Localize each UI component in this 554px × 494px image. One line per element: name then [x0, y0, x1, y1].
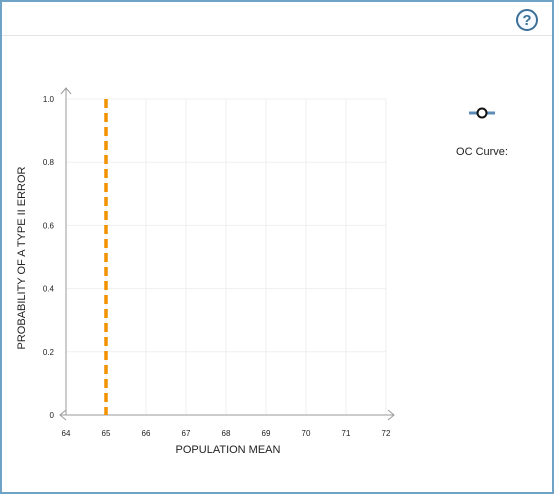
y-tick-label: 0 — [50, 411, 55, 420]
x-tick-label: 70 — [302, 429, 311, 438]
y-tick-label: 0.2 — [43, 348, 55, 357]
x-tick-label: 71 — [342, 429, 351, 438]
chart-axes — [59, 87, 395, 421]
legend-label: OC Curve: — [456, 146, 508, 158]
y-tick-label: 0.8 — [43, 158, 55, 167]
x-tick-label: 69 — [262, 429, 271, 438]
x-tick-label: 65 — [102, 429, 111, 438]
y-tick-label: 1.0 — [43, 95, 55, 104]
x-tick-label: 68 — [222, 429, 231, 438]
oc-curve-legend-marker — [469, 107, 495, 119]
y-axis-title: PROBABILITY OF A TYPE II ERROR — [16, 166, 28, 349]
x-axis-title: POPULATION MEAN — [176, 444, 281, 456]
x-tick-label: 64 — [62, 429, 71, 438]
app-frame: ? 64 65 66 67 68 69 70 71 72 0 0.2 0.4 0.6 0.8 1.0 POP… — [0, 0, 554, 494]
chart-legend: OC Curve: — [447, 106, 517, 158]
x-tick-label: 66 — [142, 429, 151, 438]
y-tick-label: 0.4 — [43, 285, 55, 294]
y-tick-label: 0.6 — [43, 221, 55, 230]
tick-labels: 64 65 66 67 68 69 70 71 72 0 0.2 0.4 0.6 0.8 1.0 — [43, 95, 391, 438]
oc-curve-chart: 64 65 66 67 68 69 70 71 72 0 0.2 0.4 0.6 0.8 1.0 POPUL… — [16, 87, 395, 456]
x-tick-label: 67 — [182, 429, 191, 438]
x-tick-label: 72 — [382, 429, 391, 438]
chart-grid — [66, 98, 387, 415]
